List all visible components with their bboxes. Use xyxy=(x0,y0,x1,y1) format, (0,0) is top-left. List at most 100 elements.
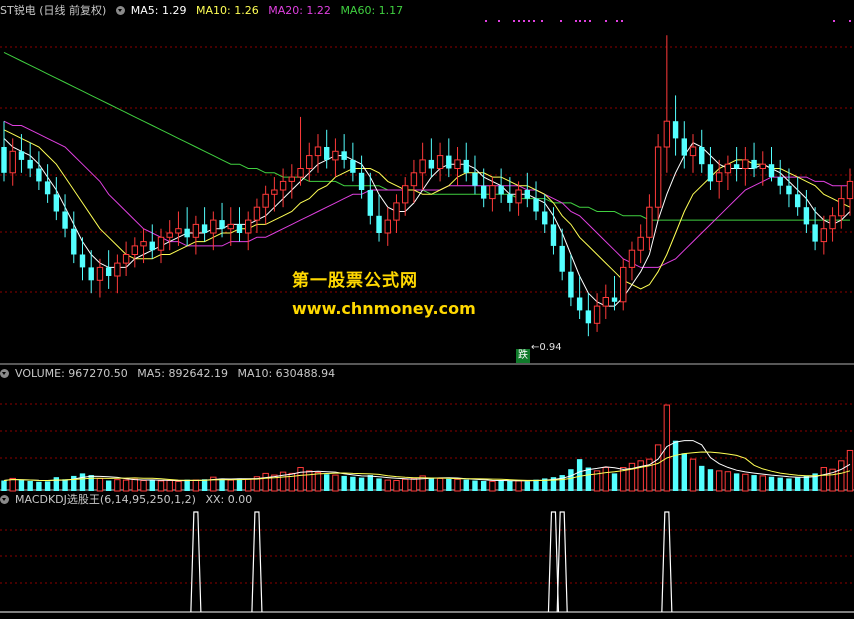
candle-body xyxy=(812,224,818,242)
volume-bar xyxy=(498,480,504,491)
candle-body xyxy=(524,190,531,199)
signal-spike xyxy=(251,511,263,613)
watermark-title: 第一股票公式网 xyxy=(292,271,418,291)
candle-body xyxy=(559,245,565,272)
volume-bar xyxy=(410,477,418,492)
volume-bar xyxy=(236,478,243,491)
indicator-label: MACDKDJ选股王(6,14,95,250,1,2) xyxy=(15,493,196,506)
signal-dot xyxy=(833,20,835,22)
candle-body xyxy=(384,219,391,234)
volume-bar xyxy=(140,480,147,492)
candle-body xyxy=(306,155,313,170)
volume-bar xyxy=(611,473,618,491)
volume-header: VOLUME: 967270.50 MA5: 892642.19 MA10: 6… xyxy=(0,367,341,381)
volume-bar xyxy=(794,477,801,491)
volume-bar xyxy=(672,440,679,491)
candle-body xyxy=(1,147,7,173)
candle-body xyxy=(715,172,723,182)
candle-body xyxy=(681,138,687,156)
candle-body xyxy=(724,163,732,174)
signal-dot xyxy=(589,20,591,22)
candle-body xyxy=(428,159,435,169)
volume-bar xyxy=(367,475,374,491)
candle-body xyxy=(454,159,461,169)
candle-body xyxy=(699,147,705,165)
candle-body xyxy=(829,215,836,230)
candle-body xyxy=(350,159,356,173)
volume-bar xyxy=(663,404,671,492)
signal-spike xyxy=(661,511,673,613)
signal-dot xyxy=(485,20,487,22)
candle-body xyxy=(628,249,636,268)
stock-title: ST锐电 (日线 前复权) xyxy=(0,4,107,17)
volume-bar xyxy=(341,475,347,491)
volume-bar xyxy=(742,473,749,492)
low-marker-tag: 跌 xyxy=(516,349,530,363)
signal-dot xyxy=(518,20,520,22)
volume-bar xyxy=(515,480,522,492)
candle-body xyxy=(166,232,173,238)
candle-body xyxy=(620,266,627,303)
ma60-label: MA60: 1.17 xyxy=(340,4,404,17)
volume-bar xyxy=(262,472,269,492)
volume-bar xyxy=(689,458,697,492)
signal-dot xyxy=(528,20,530,22)
candle-body xyxy=(759,163,766,169)
candle-body xyxy=(576,297,583,311)
volume-bar xyxy=(733,473,740,491)
volume-bar xyxy=(88,475,94,491)
candle-body xyxy=(376,215,382,233)
volume-bar xyxy=(699,465,705,491)
volume-bar xyxy=(175,480,182,492)
candle-body xyxy=(62,211,68,229)
candle-body xyxy=(533,198,539,212)
volume-bar xyxy=(105,480,112,491)
candle-body xyxy=(751,159,757,169)
signal-dot xyxy=(575,20,577,22)
candle-body xyxy=(515,189,522,204)
volume-bar xyxy=(393,480,400,492)
candle-body xyxy=(245,219,252,234)
candle-body xyxy=(550,224,557,246)
volume-bar xyxy=(759,475,766,492)
volume-bar xyxy=(777,477,783,491)
ma-line-ma10 xyxy=(3,129,851,290)
candle-body xyxy=(689,146,697,157)
volume-bar xyxy=(489,480,496,492)
candle-body xyxy=(637,236,644,251)
volume-bar xyxy=(568,469,574,491)
candle-body xyxy=(157,236,165,251)
candle-body xyxy=(602,297,609,307)
candle-body xyxy=(768,164,775,178)
indicator-header: MACDKDJ选股王(6,14,95,250,1,2) XX: 0.00 xyxy=(0,493,258,507)
signal-spike xyxy=(190,511,202,613)
volume-ma10-label: MA10: 630488.94 xyxy=(237,367,336,380)
candle-body xyxy=(846,180,854,200)
volume-bar xyxy=(62,479,68,491)
volume-bar xyxy=(9,477,16,492)
signal-dot xyxy=(560,20,562,22)
candle-body xyxy=(646,206,653,238)
volume-bar xyxy=(350,476,356,491)
candle-body xyxy=(707,164,714,182)
indicator-xx-label: XX: 0.00 xyxy=(205,493,253,506)
candle-body xyxy=(71,228,77,255)
volume-bar xyxy=(53,477,60,491)
candle-body xyxy=(446,155,452,169)
candle-body xyxy=(219,220,225,229)
candle-body xyxy=(227,223,234,230)
dropdown-icon[interactable] xyxy=(0,369,9,378)
price-header: ST锐电 (日线 前复权) MA5: 1.29 MA10: 1.26 MA20:… xyxy=(0,4,409,18)
candle-body xyxy=(44,181,51,195)
volume-bar xyxy=(114,479,121,492)
volume-bar xyxy=(715,470,723,492)
volume-bar xyxy=(533,479,539,491)
candle-body xyxy=(436,155,444,170)
ma-line-ma5 xyxy=(3,138,851,307)
signal-dot xyxy=(541,20,543,22)
dropdown-icon[interactable] xyxy=(115,6,125,15)
volume-bar xyxy=(192,479,200,492)
volume-bar xyxy=(1,480,7,491)
candle-body xyxy=(36,168,42,182)
dropdown-icon[interactable] xyxy=(0,495,9,504)
